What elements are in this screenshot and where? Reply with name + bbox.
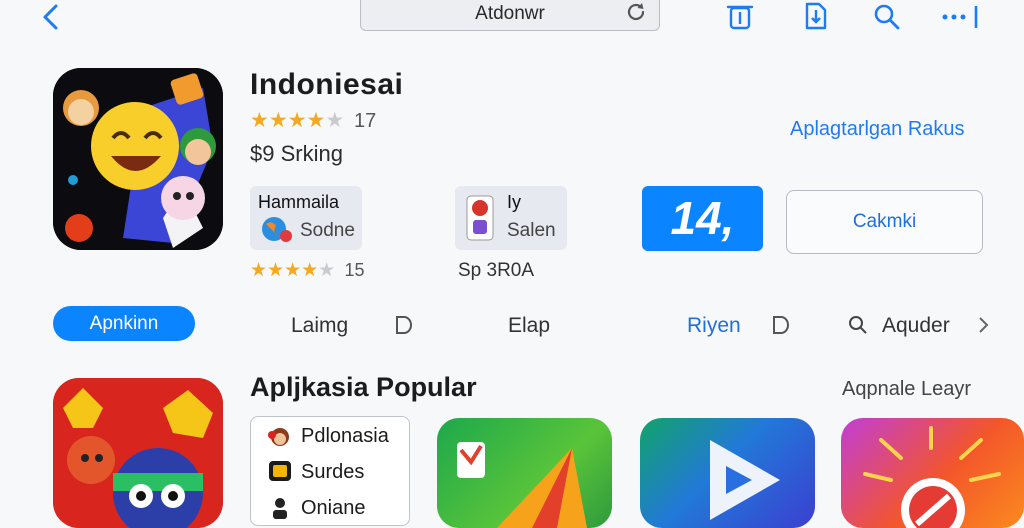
- search-icon[interactable]: [870, 0, 902, 32]
- tab-4[interactable]: Aquder: [882, 314, 950, 338]
- size-text: Sp 3R0A: [458, 260, 535, 281]
- more-icon[interactable]: [940, 0, 984, 32]
- back-button[interactable]: [38, 2, 66, 32]
- badge-icon: [269, 461, 291, 481]
- reload-icon[interactable]: [625, 1, 647, 23]
- tab-1[interactable]: Laimg: [291, 314, 348, 338]
- rating-2-count: 15: [344, 260, 365, 280]
- trash-icon[interactable]: [724, 0, 756, 32]
- tab-3[interactable]: Riyen: [687, 314, 741, 338]
- app-title: Indoniesai: [250, 68, 404, 101]
- secondary-button[interactable]: Cakmki: [786, 190, 983, 254]
- globe-icon: [262, 217, 292, 242]
- info-card-2-title: Iy: [507, 192, 522, 212]
- bookmark-2-icon[interactable]: [770, 314, 790, 336]
- info-card-1-subtitle: Sodne: [300, 220, 355, 241]
- app-rating: ★★★★★ 17: [250, 108, 376, 133]
- tab-2[interactable]: Elap: [508, 314, 550, 338]
- star-rating-icon: ★★★★★: [250, 109, 345, 132]
- emoji-app-artwork: [53, 68, 223, 250]
- character-icon: [466, 195, 494, 241]
- popular-list-card[interactable]: Pdlonasia Surdes Oniane: [250, 416, 410, 526]
- rating-count: 17: [353, 110, 377, 132]
- secondary-rating: ★★★★★ 15: [250, 259, 365, 282]
- share-icon[interactable]: [800, 0, 832, 32]
- info-card-1-title: Hammaila: [258, 192, 340, 212]
- section-title: Apljkasia Popular: [250, 372, 477, 402]
- tab-search-icon[interactable]: [848, 314, 868, 336]
- section-see-all-link[interactable]: Aqpnale Leayr: [842, 378, 971, 401]
- info-card-1[interactable]: Hammaila Sodne: [250, 186, 362, 250]
- characters-artwork: [53, 378, 223, 528]
- monkey-icon: [268, 428, 289, 446]
- info-card-2[interactable]: Iy Salen: [455, 186, 567, 250]
- list-item-2[interactable]: Surdes: [301, 461, 364, 484]
- list-item-3[interactable]: Oniane: [301, 497, 366, 520]
- app-icon[interactable]: [53, 68, 223, 250]
- address-bar[interactable]: Atdonwr: [360, 0, 660, 31]
- popular-app-icon[interactable]: [53, 378, 223, 528]
- app-link[interactable]: Aplagtarlgan Rakus: [790, 118, 965, 141]
- list-item-1[interactable]: Pdlonasia: [301, 425, 389, 448]
- bookmark-icon[interactable]: [393, 314, 413, 336]
- chevron-left-icon: [43, 4, 58, 30]
- info-card-2-subtitle: Salen: [507, 220, 556, 241]
- person-icon: [273, 498, 287, 519]
- chevron-right-icon[interactable]: [974, 314, 994, 336]
- star-rating-2-icon: ★★★★★: [250, 260, 336, 281]
- primary-button[interactable]: 14,: [642, 186, 763, 251]
- tab-active[interactable]: Apnkinn: [53, 306, 195, 341]
- price-text: $9 Srking: [250, 141, 343, 166]
- address-text: Atdonwr: [475, 3, 545, 24]
